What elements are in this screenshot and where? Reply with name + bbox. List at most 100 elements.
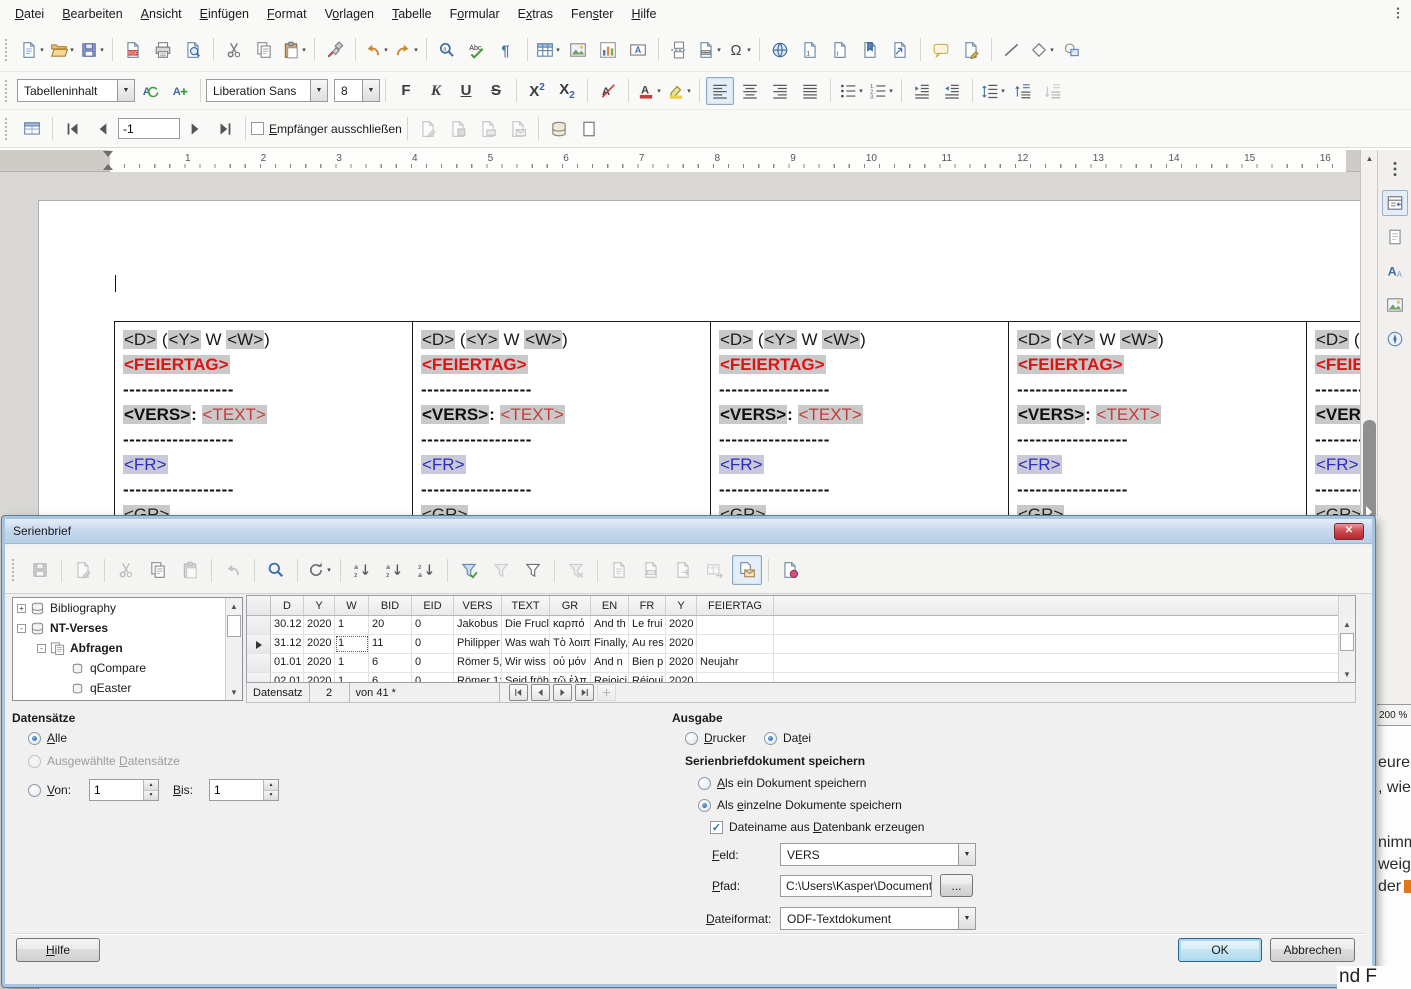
cut-button[interactable] [111,555,141,585]
merge-field-feiertag[interactable]: <FEIERTAG> [719,355,826,374]
menu-extras[interactable]: Extras [509,2,562,26]
cell[interactable]: And th [591,616,629,634]
superscript-button[interactable]: X2 [523,77,551,105]
clear-formatting-button[interactable]: A [594,77,622,105]
row-handle[interactable] [247,616,271,634]
cell[interactable]: 2020 [304,635,335,653]
tree-item-nt-verses[interactable]: -NT-Verses [13,618,242,638]
blank-document-button[interactable] [575,115,603,143]
draw-functions-button[interactable] [1058,36,1086,64]
path-input[interactable]: C:\Users\Kasper\Documents [780,875,932,897]
cell[interactable]: 2020 [304,616,335,634]
insert-line-button[interactable] [998,36,1026,64]
edit-individual-documents-button[interactable] [414,115,442,143]
column-header-y-10[interactable]: Y [666,596,697,615]
sort-button[interactable]: az [347,555,377,585]
expand-icon[interactable]: + [17,604,26,613]
table-row[interactable]: 30.1220201200JakobusDie FruclκαρπόAnd th… [247,616,1355,635]
insert-footnote-button[interactable]: 1 [796,36,824,64]
chevron-down-icon[interactable]: ▾ [657,87,661,95]
save-merged-documents-button[interactable] [444,115,472,143]
justify-button[interactable] [796,77,824,105]
insert-hyperlink-button[interactable] [766,36,794,64]
first-line-indent-marker[interactable] [103,151,113,157]
record-number-input[interactable] [118,118,180,139]
toolbar-grip[interactable] [5,80,12,102]
standard-filter-button[interactable] [518,555,548,585]
bold-button[interactable]: F [392,77,420,105]
first-record-button[interactable] [509,684,528,701]
last-record-button[interactable] [575,684,594,701]
chevron-down-icon[interactable]: ▾ [327,566,331,574]
mail-merge-button[interactable] [732,555,762,585]
menu-einfgen[interactable]: Einfügen [191,2,258,26]
column-header-fr-9[interactable]: FR [629,596,666,615]
to-input[interactable] [210,780,263,800]
chevron-down-icon[interactable]: ▾ [717,46,721,54]
from-input[interactable] [90,780,143,800]
row-handle[interactable] [247,654,271,672]
row-handle[interactable] [247,635,271,653]
cell[interactable]: 1 [335,635,369,653]
paste-button[interactable] [175,555,205,585]
printer-radio[interactable] [685,732,698,745]
cell[interactable]: 2020 [304,654,335,672]
copy-button[interactable] [143,555,173,585]
italic-button[interactable]: K [422,77,450,105]
cell[interactable]: And n [591,654,629,672]
spin-up-icon[interactable]: ▲ [264,780,278,791]
save-record-button[interactable] [25,555,55,585]
merge-field-text[interactable]: <TEXT> [1096,405,1161,424]
align-right-button[interactable] [766,77,794,105]
data-sources-button[interactable] [545,115,573,143]
menu-ansicht[interactable]: Ansicht [132,2,191,26]
insert-table-button[interactable]: ▾ [534,36,562,64]
special-character-button[interactable]: Ω▾ [725,36,753,64]
record-grid[interactable]: DYWBIDEIDVERSTEXTGRENFRYFEIERTAG 30.1220… [246,595,1356,683]
merge-field-d[interactable]: <D> [719,330,753,349]
sidebar-properties-button[interactable] [1382,190,1408,216]
menu-formular[interactable]: Formular [441,2,509,26]
column-header-bid-3[interactable]: BID [369,596,412,615]
merge-template-cell[interactable]: <D> (<Y> W <W>) <FEIERTAG> -------------… [413,322,711,529]
insert-endnote-button[interactable]: i [826,36,854,64]
individual-documents-radio[interactable] [698,799,711,812]
scroll-up-icon[interactable]: ▲ [1339,616,1355,632]
spin-down-icon[interactable]: ▼ [264,791,278,801]
field-combo[interactable]: VERS▼ [780,843,976,866]
formatting-marks-button[interactable]: ¶ [493,36,521,64]
sidebar-gallery-button[interactable] [1382,292,1408,318]
new-document-button[interactable]: ▾ [18,36,46,64]
chevron-down-icon[interactable]: ▾ [687,87,691,95]
data-to-fields-button[interactable] [636,555,666,585]
cell[interactable]: οὐ μόν [550,654,591,672]
cell[interactable]: Römer 1: [454,673,502,683]
merge-field-d[interactable]: <D> [1315,330,1349,349]
cell[interactable]: 11 [369,635,412,653]
open-button[interactable]: ▾ [48,36,76,64]
exclude-recipient-checkbox[interactable] [251,122,264,135]
chevron-down-icon[interactable]: ▾ [70,46,74,54]
insert-image-button[interactable] [564,36,592,64]
first-record-button[interactable] [59,115,87,143]
to-spinner[interactable]: ▲▼ [209,779,279,801]
cell[interactable]: Neujahr [697,654,774,672]
merge-template-cell[interactable]: <D> (<Y> W <W>) <FEIERTAG> -------------… [711,322,1009,529]
merge-field-fr[interactable]: <FR> [421,455,466,474]
cell[interactable]: Τὸ λοιπ [550,635,591,653]
find-replace-button[interactable]: a [433,36,461,64]
cell[interactable]: 30.12 [271,616,304,634]
insert-field-button[interactable]: ▾ [695,36,723,64]
merge-field-fr[interactable]: <FR> [719,455,764,474]
merge-field-w[interactable]: <W> [1120,330,1158,349]
merge-field-feiertag[interactable]: <FEIERTAG> [1315,355,1360,374]
selected-records-radio[interactable] [28,755,41,768]
tree-item-bibliography[interactable]: +Bibliography [13,598,242,618]
redo-button[interactable]: ▾ [392,36,420,64]
menu-bearbeiten[interactable]: Bearbeiten [53,2,131,26]
collapse-icon[interactable]: - [17,624,26,633]
merge-field-y[interactable]: <Y> [168,330,201,349]
bullet-list-button[interactable]: ▾ [837,77,865,105]
column-header-text-6[interactable]: TEXT [502,596,550,615]
print-button[interactable] [149,36,177,64]
